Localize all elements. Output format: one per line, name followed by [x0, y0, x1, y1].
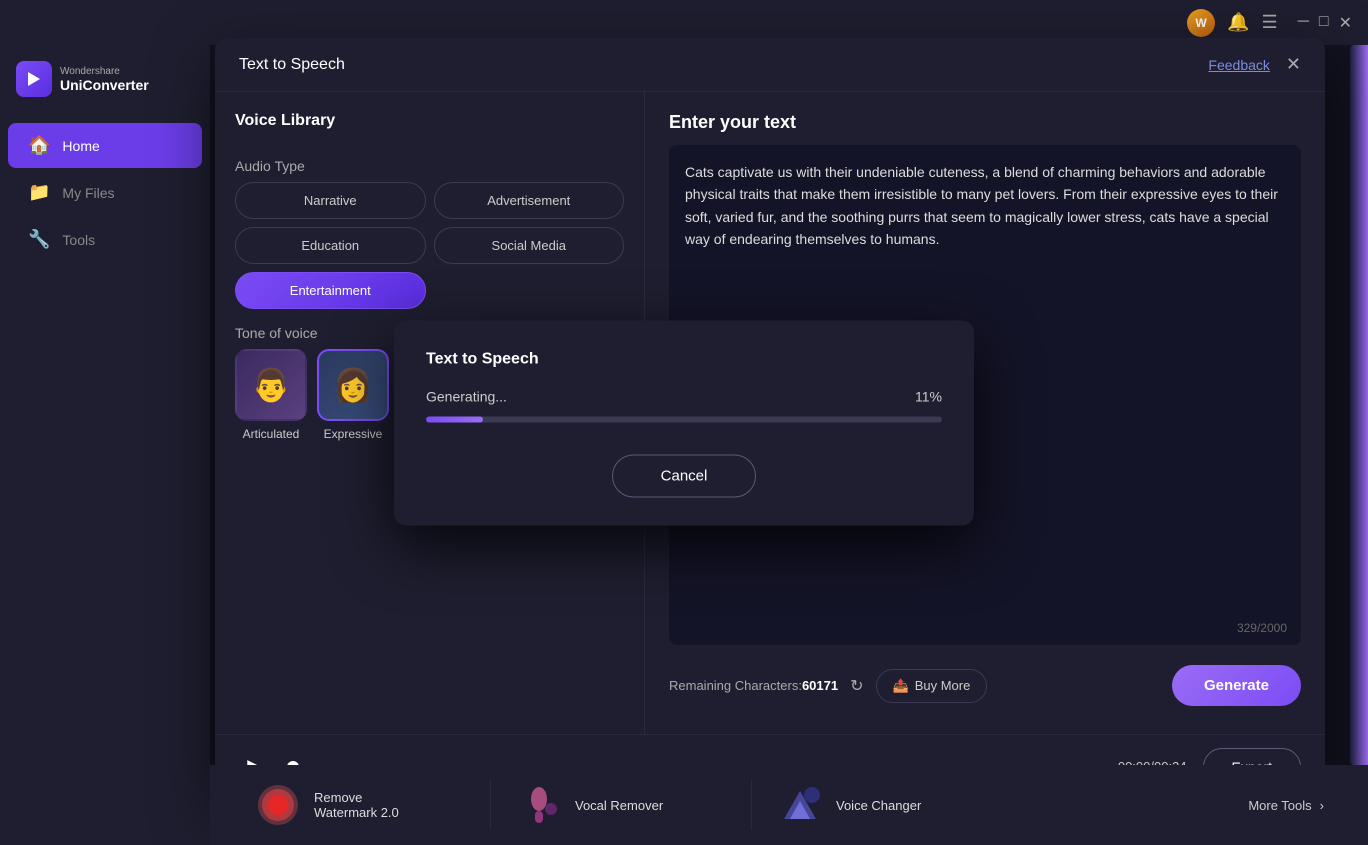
logo-text: Wondershare UniConverter	[60, 66, 149, 93]
more-tools-label: More Tools	[1248, 798, 1311, 813]
tts-close-button[interactable]: ✕	[1286, 54, 1301, 75]
sidebar-item-my-files[interactable]: 📁 My Files	[8, 170, 202, 215]
sidebar-item-tools[interactable]: 🔧 Tools	[8, 217, 202, 262]
progress-dialog-title: Text to Speech	[426, 350, 942, 368]
sidebar-item-home-label: Home	[62, 138, 99, 154]
buy-more-icon: 📤	[893, 678, 909, 694]
sidebar-item-files-label: My Files	[62, 185, 114, 201]
audio-type-narrative[interactable]: Narrative	[235, 182, 426, 219]
tone-expressive-avatar: 👩	[317, 349, 389, 421]
bottom-controls: Remaining Characters:60171 ↻ 📤 Buy More …	[669, 657, 1301, 714]
remaining-chars-label: Remaining Characters:60171	[669, 678, 838, 693]
char-count: 329/2000	[1237, 621, 1287, 635]
remove-watermark-icon	[254, 781, 302, 829]
sidebar: Wondershare UniConverter 🏠 Home 📁 My Fil…	[0, 45, 210, 845]
tone-expressive-label: Expressive	[324, 427, 383, 441]
tool-vocal-remover[interactable]: Vocal Remover	[491, 771, 751, 839]
files-icon: 📁	[28, 182, 50, 203]
sidebar-item-home[interactable]: 🏠 Home	[8, 123, 202, 168]
tone-articulated-label: Articulated	[243, 427, 300, 441]
home-icon: 🏠	[28, 135, 50, 156]
sidebar-nav: 🏠 Home 📁 My Files 🔧 Tools	[0, 113, 210, 845]
text-area-content: Cats captivate us with their undeniable …	[685, 161, 1285, 251]
tts-modal-title: Text to Speech	[239, 56, 345, 74]
audio-type-section: Audio Type Narrative Advertisement Educa…	[235, 158, 624, 309]
tool-remove-watermark[interactable]: RemoveWatermark 2.0	[230, 771, 490, 839]
enter-text-title: Enter your text	[669, 112, 1301, 133]
audio-type-grid: Narrative Advertisement Education Social…	[235, 182, 624, 309]
brand-name: Wondershare	[60, 66, 149, 77]
progress-bar-track	[426, 416, 942, 422]
voice-changer-icon	[776, 781, 824, 829]
generating-text: Generating...	[426, 388, 507, 404]
audio-type-advertisement[interactable]: Advertisement	[434, 182, 625, 219]
tools-icon: 🔧	[28, 229, 50, 250]
tool-voice-changer[interactable]: Voice Changer	[752, 771, 1012, 839]
remaining-count: 60171	[802, 678, 838, 693]
close-button[interactable]: ✕	[1339, 13, 1352, 33]
notification-icon[interactable]: 🔔	[1227, 12, 1249, 33]
window-controls: ─ □ ✕	[1298, 13, 1352, 33]
cancel-button[interactable]: Cancel	[612, 454, 757, 497]
generate-button[interactable]: Generate	[1172, 665, 1301, 706]
tts-header-right: Feedback ✕	[1208, 54, 1301, 75]
right-edge-accent	[1350, 45, 1368, 765]
audio-type-entertainment[interactable]: Entertainment	[235, 272, 426, 309]
voice-changer-label: Voice Changer	[836, 798, 921, 813]
chevron-right-icon: ›	[1320, 798, 1324, 813]
tone-expressive[interactable]: 👩 Expressive	[317, 349, 389, 441]
vocal-remover-label: Vocal Remover	[575, 798, 663, 813]
bottom-tools-bar: RemoveWatermark 2.0 Vocal Remover Voice …	[210, 765, 1368, 845]
audio-type-education[interactable]: Education	[235, 227, 426, 264]
progress-percent: 11%	[915, 388, 942, 404]
vocal-remover-icon	[515, 781, 563, 829]
logo-icon	[16, 61, 52, 97]
refresh-icon[interactable]: ↻	[850, 676, 863, 696]
progress-dialog: Text to Speech Generating... 11% Cancel	[394, 320, 974, 525]
menu-icon[interactable]: ☰	[1261, 12, 1277, 33]
minimize-button[interactable]: ─	[1298, 13, 1309, 33]
sidebar-item-tools-label: Tools	[62, 232, 95, 248]
tone-articulated-avatar: 👨	[235, 349, 307, 421]
more-tools-button[interactable]: More Tools ›	[1224, 788, 1348, 823]
audio-type-social-media[interactable]: Social Media	[434, 227, 625, 264]
remove-watermark-label: RemoveWatermark 2.0	[314, 790, 399, 820]
tts-modal-header: Text to Speech Feedback ✕	[215, 38, 1325, 92]
audio-type-label: Audio Type	[235, 158, 624, 174]
voice-library-title: Voice Library	[235, 112, 624, 130]
product-name: UniConverter	[60, 77, 149, 93]
tone-articulated[interactable]: 👨 Articulated	[235, 349, 307, 441]
user-avatar[interactable]: W	[1187, 9, 1215, 37]
sidebar-logo: Wondershare UniConverter	[0, 45, 210, 113]
progress-bar-fill	[426, 416, 483, 422]
progress-row: Generating... 11%	[426, 388, 942, 404]
feedback-link[interactable]: Feedback	[1208, 57, 1269, 73]
maximize-button[interactable]: □	[1319, 13, 1329, 33]
buy-more-button[interactable]: 📤 Buy More	[876, 669, 988, 703]
